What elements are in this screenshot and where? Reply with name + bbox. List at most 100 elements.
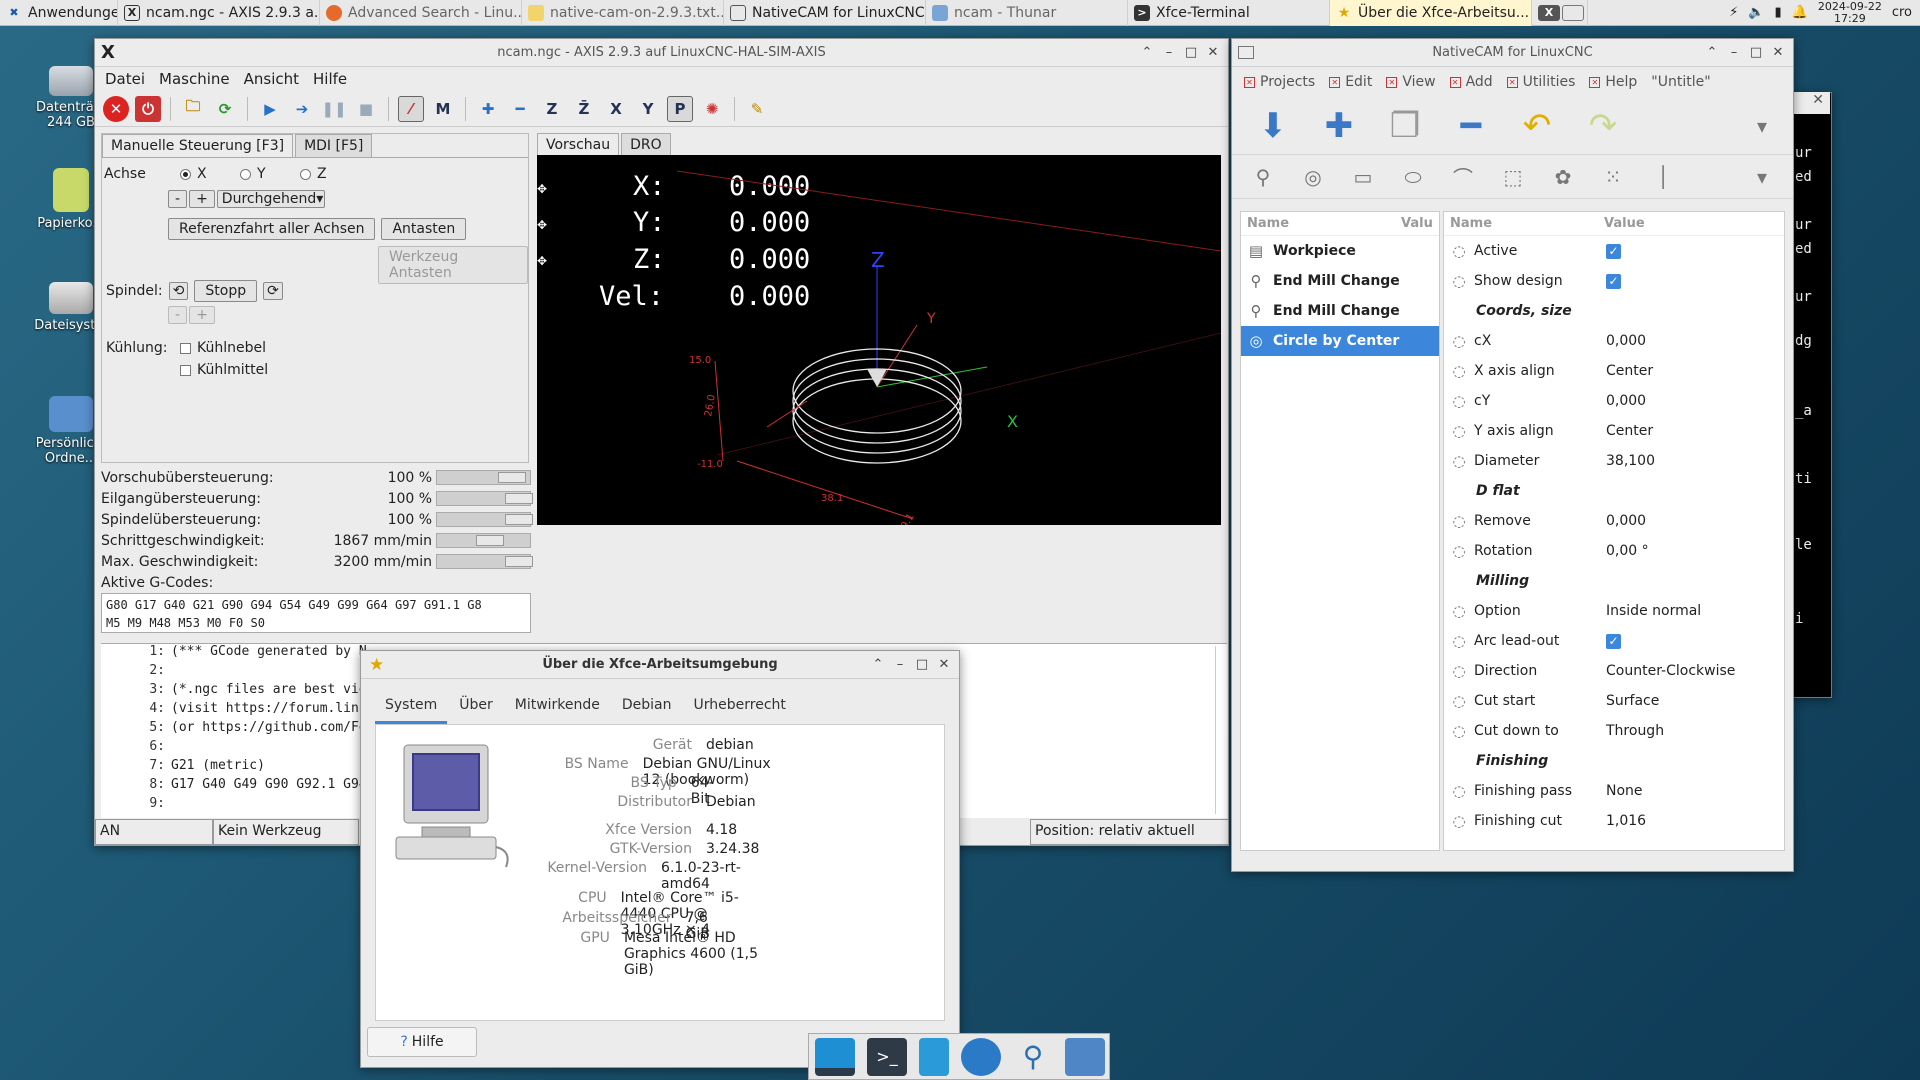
tab-preview[interactable]: Vorschau (537, 133, 620, 157)
taskbar-item-text-editor[interactable]: native-cam-on-2.9.3.txt... (522, 0, 724, 26)
folder-icon[interactable] (1065, 1037, 1105, 1076)
property-row[interactable]: ◌ Cut start Surface (1444, 686, 1784, 716)
property-row[interactable]: ◌ Active ✓ (1444, 236, 1784, 266)
arc-slot-icon[interactable]: ⌒ (1450, 164, 1476, 190)
taskbar-item-terminal[interactable]: > Xfce-Terminal (1128, 0, 1330, 26)
tab-manual[interactable]: Manuelle Steuerung [F3] (102, 134, 294, 157)
slider-thumb[interactable] (476, 535, 505, 546)
help-button[interactable]: ? Hilfe (367, 1027, 477, 1057)
tab-system[interactable]: System (375, 689, 448, 724)
property-row[interactable]: ◌ X axis align Center (1444, 356, 1784, 386)
pause-icon[interactable]: ❚❚ (321, 96, 347, 122)
flood-checkbox[interactable] (180, 364, 191, 376)
menu-projects[interactable]: ✕ Projects (1244, 74, 1315, 90)
property-checkbox[interactable]: ✓ (1606, 634, 1621, 649)
property-row[interactable]: ◌ Arc lead-out ✓ (1444, 626, 1784, 656)
property-value[interactable]: Surface (1606, 693, 1659, 709)
property-row[interactable]: ◌ cX 0,000 (1444, 326, 1784, 356)
property-row[interactable]: ◌ Remove 0,000 (1444, 506, 1784, 536)
property-checkbox[interactable]: ✓ (1606, 244, 1621, 259)
menu-view[interactable]: ✕ View (1386, 74, 1436, 90)
remove-icon[interactable]: ━ (1448, 103, 1494, 149)
user-menu[interactable]: cro (1892, 5, 1912, 20)
radio-x[interactable] (180, 168, 191, 180)
add-icon[interactable]: ✚ (1316, 103, 1362, 149)
menu-datei[interactable]: Datei (105, 70, 145, 88)
menu-edit[interactable]: ✕ Edit (1329, 74, 1372, 90)
mist-toggle[interactable]: Kühlnebel (180, 340, 266, 356)
property-row[interactable]: ◌ Diameter 38,100 (1444, 446, 1784, 476)
property-value[interactable]: Through (1606, 723, 1664, 739)
tab-debian[interactable]: Debian (612, 689, 682, 724)
property-value[interactable]: 0,00 ° (1606, 543, 1649, 559)
drill-pattern-icon[interactable]: ✿ (1550, 164, 1576, 190)
property-row[interactable]: ◌ Cut down to Through (1444, 716, 1784, 746)
jog-plus-button[interactable]: + (189, 190, 215, 208)
property-row[interactable]: ◌ Finishing cut 1,016 (1444, 806, 1784, 836)
props-col-value[interactable]: Value (1604, 216, 1645, 231)
tree-col-value[interactable]: Valu (1401, 216, 1433, 231)
menu-add[interactable]: ✕ Add (1449, 74, 1493, 90)
minimize-button[interactable]: – (1160, 44, 1178, 62)
property-row[interactable]: ◌ cY 0,000 (1444, 386, 1784, 416)
tree-item-end-mill-change[interactable]: ⚲ End Mill Change (1241, 266, 1439, 296)
close-button[interactable]: ✕ (1204, 44, 1222, 62)
redo-icon[interactable]: ↷ (1580, 103, 1626, 149)
shade-button[interactable]: ⌃ (1138, 44, 1156, 62)
circle-icon[interactable]: ◎ (1300, 164, 1326, 190)
web-browser-icon[interactable] (961, 1037, 1001, 1076)
property-value[interactable]: Inside normal (1606, 603, 1701, 619)
taskbar-item-axis[interactable]: X ncam.ngc - AXIS 2.9.3 a... (118, 0, 320, 26)
tool-touch-off-button[interactable]: Werkzeug Antasten (378, 246, 528, 284)
toolbar-more-icon[interactable]: ▾ (1749, 164, 1775, 190)
minimize-button[interactable]: – (891, 656, 909, 674)
property-value[interactable]: Counter-Clockwise (1606, 663, 1735, 679)
slider-thumb[interactable] (505, 493, 534, 504)
property-value[interactable]: 38,100 (1606, 453, 1655, 469)
open-file-icon[interactable]: 🗀 (180, 96, 206, 122)
axis-titlebar[interactable]: X ncam.ngc - AXIS 2.9.3 auf LinuxCNC-HAL… (95, 39, 1228, 67)
touch-off-button[interactable]: Antasten (381, 218, 467, 240)
slider-thumb[interactable] (505, 556, 534, 567)
slot-icon[interactable]: ⬭ (1400, 164, 1426, 190)
property-checkbox[interactable]: ✓ (1606, 274, 1621, 289)
tree-col-name[interactable]: Name (1241, 216, 1401, 231)
terminal-icon[interactable]: >_ (867, 1037, 907, 1076)
shade-button[interactable]: ⌃ (1703, 44, 1721, 62)
spindle-ccw-icon[interactable]: ⟲ (168, 282, 189, 300)
jog-mode-select[interactable]: Durchgehend ▾ (216, 190, 325, 208)
run-icon[interactable]: ▶ (257, 96, 283, 122)
file-manager-icon[interactable] (919, 1037, 949, 1076)
spindle-override-slider[interactable] (436, 512, 534, 527)
zoom-in-icon[interactable]: ✚ (475, 96, 501, 122)
tree-item-end-mill-change[interactable]: ⚲ End Mill Change (1241, 296, 1439, 326)
menu-maschine[interactable]: Maschine (159, 70, 230, 88)
taskbar-item-firefox[interactable]: Advanced Search - Linu... (320, 0, 522, 26)
maximize-button[interactable]: □ (1182, 44, 1200, 62)
property-value[interactable]: None (1606, 783, 1643, 799)
undo-icon[interactable]: ↶ (1514, 103, 1560, 149)
axis-radio-x[interactable]: X (180, 166, 207, 182)
applications-menu[interactable]: ✖ Anwendungen (0, 0, 118, 26)
workspace-switcher[interactable]: X (1532, 0, 1588, 26)
tab-copyright[interactable]: Urheberrecht (684, 689, 796, 724)
close-button[interactable]: ✕ (1769, 44, 1787, 62)
probe-icon[interactable]: │ (1650, 164, 1676, 190)
axis-radio-z[interactable]: Z (300, 166, 327, 182)
shade-button[interactable]: ⌃ (869, 656, 887, 674)
power-icon[interactable]: ⏻ (135, 95, 161, 122)
view-x-icon[interactable]: X (603, 96, 629, 122)
rapid-override-slider[interactable] (436, 491, 534, 506)
notification-icon[interactable]: 🔔 (1792, 5, 1808, 20)
rotate-view-icon[interactable]: ✺ (699, 96, 725, 122)
property-value[interactable]: 1,016 (1606, 813, 1646, 829)
property-row[interactable]: ◌ Y axis align Center (1444, 416, 1784, 446)
maximize-button[interactable]: □ (913, 656, 931, 674)
tab-mdi[interactable]: MDI [F5] (295, 134, 373, 157)
optional-stop-icon[interactable]: M (430, 96, 456, 122)
slider-thumb[interactable] (498, 472, 527, 483)
radio-y[interactable] (240, 168, 251, 180)
step-icon[interactable]: ➔ (289, 96, 315, 122)
clear-plot-icon[interactable]: ✎ (744, 96, 770, 122)
property-row[interactable]: ◌ Show design ✓ (1444, 266, 1784, 296)
